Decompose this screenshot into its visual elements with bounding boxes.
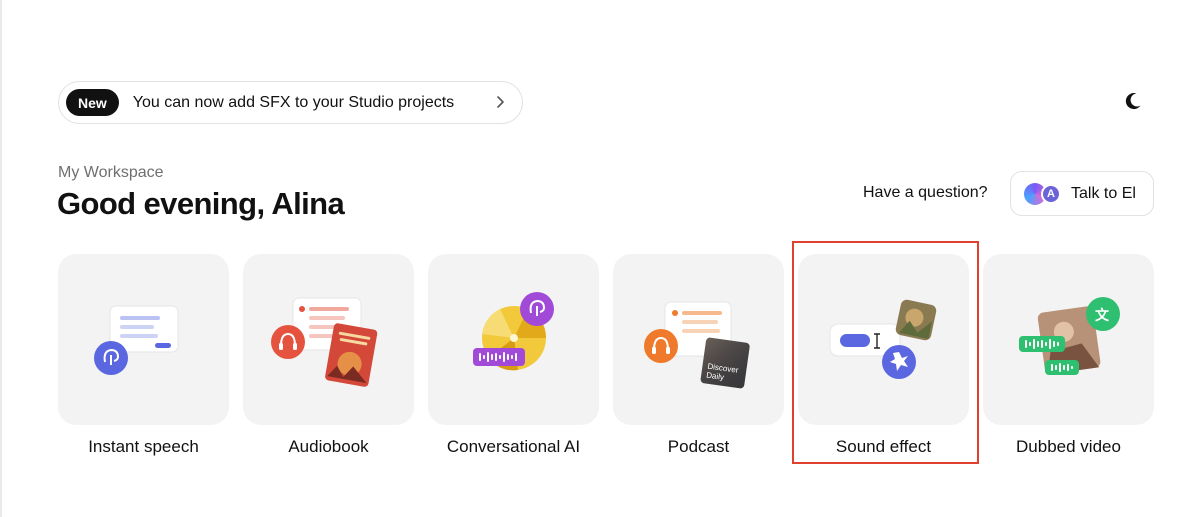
chevron-right-icon xyxy=(497,96,504,108)
translate-icon: 文 xyxy=(1095,307,1110,323)
card-podcast[interactable]: Discover Daily Podcast xyxy=(613,254,784,456)
card-audiobook[interactable]: Audiobook xyxy=(243,254,414,456)
conversational-ai-illustration xyxy=(428,254,599,425)
sound-effect-illustration xyxy=(798,254,969,425)
card-sound-effect[interactable]: Sound effect xyxy=(798,254,969,456)
audiobook-illustration xyxy=(243,254,414,425)
moon-icon[interactable] xyxy=(1122,90,1144,112)
card-label: Audiobook xyxy=(288,437,369,456)
page-title: Good evening, Alina xyxy=(57,186,345,221)
card-label: Dubbed video xyxy=(1016,437,1121,456)
talk-to-el-button[interactable]: A Talk to El xyxy=(1010,171,1154,216)
dubbed-video-illustration: 文 xyxy=(983,254,1154,425)
new-badge: New xyxy=(66,89,119,116)
avatar: A xyxy=(1041,183,1061,204)
workspace-label: My Workspace xyxy=(58,164,164,181)
card-instant-speech[interactable]: Instant speech xyxy=(58,254,229,456)
help-question: Have a question? xyxy=(863,184,988,201)
card-label: Sound effect xyxy=(835,437,932,456)
left-edge-divider xyxy=(0,0,2,517)
card-dubbed-video[interactable]: 文 Dubbed video xyxy=(983,254,1154,456)
podcast-illustration: Discover Daily xyxy=(613,254,784,425)
card-label: Conversational AI xyxy=(446,437,581,456)
talk-button-label: Talk to El xyxy=(1071,184,1136,202)
card-label: Instant speech xyxy=(88,437,199,456)
announcement-banner[interactable]: New You can now add SFX to your Studio p… xyxy=(58,81,523,124)
card-label: Podcast xyxy=(667,437,730,456)
announcement-message: You can now add SFX to your Studio proje… xyxy=(132,93,455,111)
card-conversational-ai[interactable]: Conversational AI xyxy=(428,254,599,456)
instant-speech-illustration xyxy=(58,254,229,425)
